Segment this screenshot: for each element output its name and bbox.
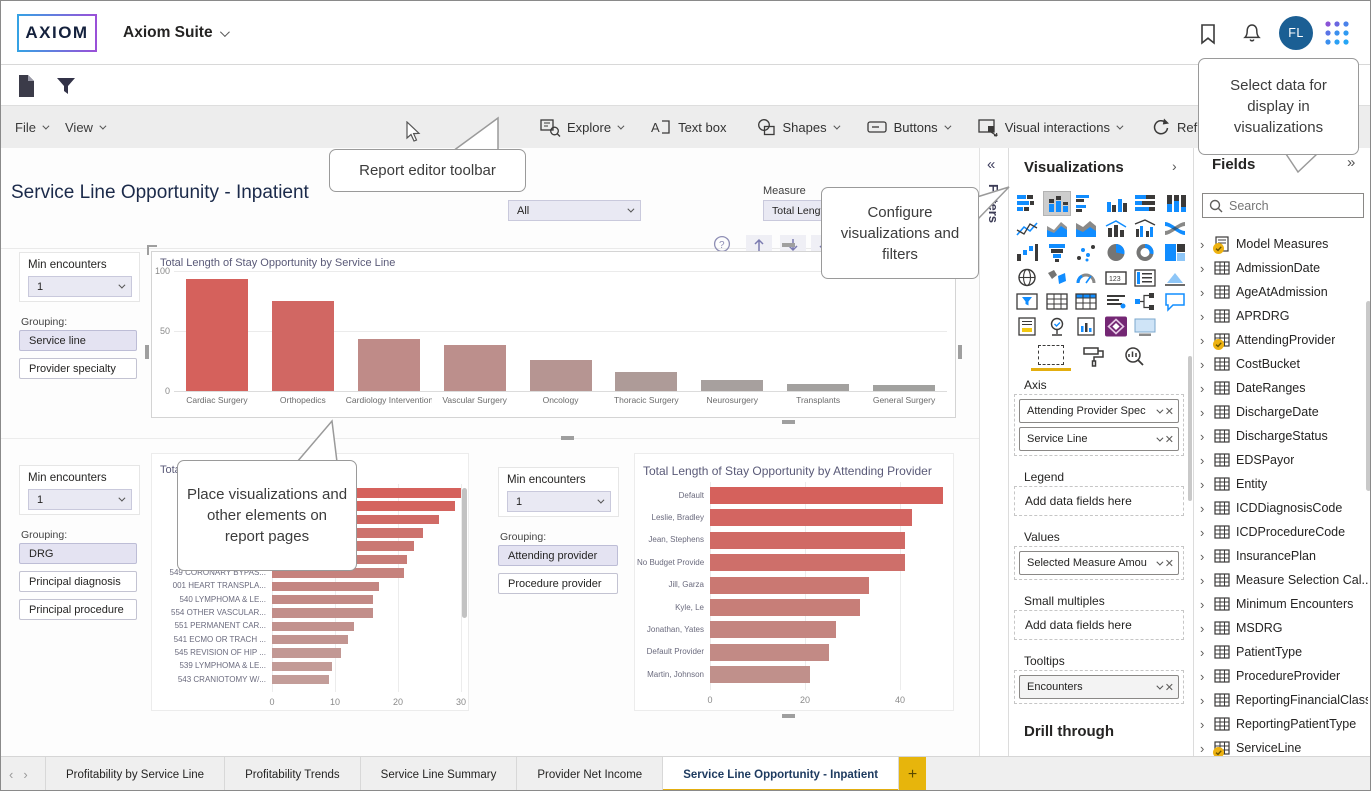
callout-pointers xyxy=(1,1,1371,791)
callout-configure-visualizations: Configure visualizations and filters xyxy=(821,187,979,279)
callout-report-editor-toolbar: Report editor toolbar xyxy=(329,149,526,192)
mouse-cursor xyxy=(406,121,422,143)
callout-place-visualizations: Place visualizations and other elements … xyxy=(177,460,357,571)
callout-text: Select data for display in visualization… xyxy=(1205,75,1352,138)
callout-text: Report editor toolbar xyxy=(359,160,496,181)
callout-text: Place visualizations and other elements … xyxy=(186,484,348,547)
callout-text: Configure visualizations and filters xyxy=(828,202,972,265)
callout-select-data: Select data for display in visualization… xyxy=(1198,58,1359,155)
app-window: AXIOM Axiom Suite FL File V xyxy=(0,0,1371,791)
